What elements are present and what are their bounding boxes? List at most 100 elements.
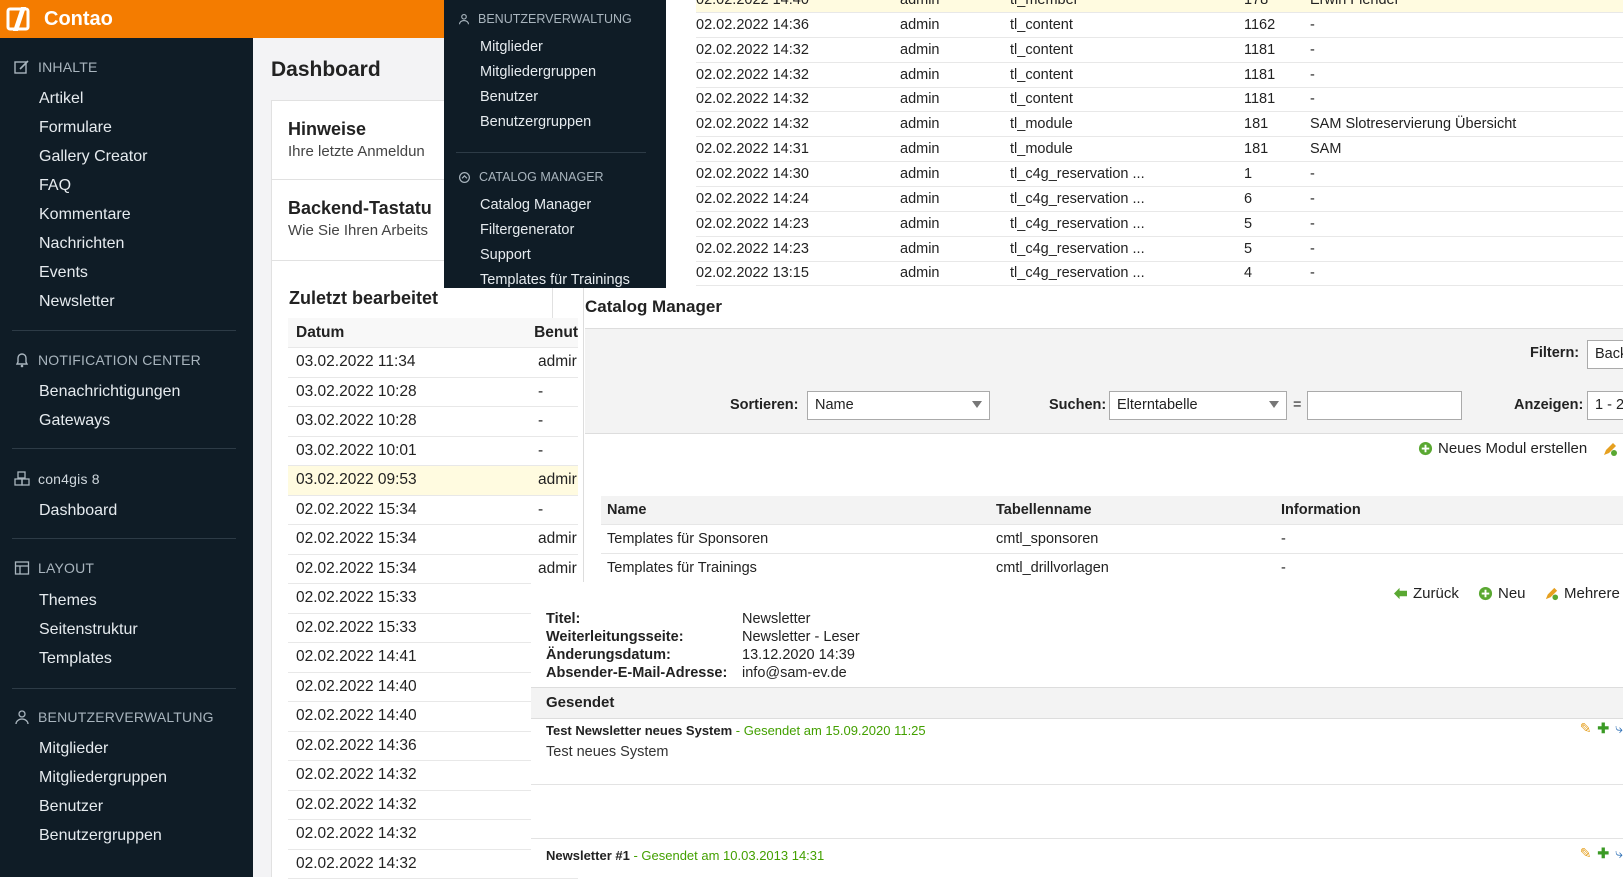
log-row[interactable]: 02.02.2022 14:23admintl_c4g_reservation …	[696, 212, 1623, 237]
table-row[interactable]: 02.02.2022 15:34-	[288, 496, 578, 526]
filter-select[interactable]: Back	[1587, 340, 1623, 369]
table-row[interactable]: 02.02.2022 15:34admir	[288, 555, 578, 585]
sidebar-group-layout[interactable]: LAYOUT	[14, 560, 94, 576]
menu-item-templates-trainings[interactable]: Templates für Trainings	[480, 272, 630, 288]
menu-item-support[interactable]: Support	[480, 247, 531, 263]
log-cell-info: -	[1310, 216, 1315, 232]
log-row[interactable]: 02.02.2022 14:31admintl_module181SAM	[696, 137, 1623, 162]
log-row[interactable]: 02.02.2022 14:32admintl_content1181-	[696, 63, 1623, 88]
cell-date: 03.02.2022 10:28	[296, 383, 538, 401]
edit-icon[interactable]: ✎	[1580, 720, 1592, 737]
cell-date: 03.02.2022 10:01	[296, 442, 538, 460]
sidebar-item-templates[interactable]: Templates	[39, 650, 112, 668]
cell-date: 03.02.2022 09:53	[296, 471, 538, 489]
cell-date: 02.02.2022 14:32	[296, 825, 538, 843]
newsletter-entry-title[interactable]: Test Newsletter neues System - Gesendet …	[546, 723, 926, 738]
sidebar-group-benutzerverwaltung[interactable]: BENUTZERVERWALTUNG	[14, 709, 214, 725]
sidebar-item-themes[interactable]: Themes	[39, 592, 97, 610]
edit-multiple-button[interactable]: Mehrere	[1544, 585, 1620, 602]
sidebar-item-gateways[interactable]: Gateways	[39, 412, 110, 430]
table-row[interactable]: 03.02.2022 10:28-	[288, 378, 578, 408]
menu-item-benutzergruppen[interactable]: Benutzergruppen	[480, 114, 591, 130]
sidebar-item-nachrichten[interactable]: Nachrichten	[39, 235, 124, 253]
log-row[interactable]: 02.02.2022 14:24 admin tl_c4g_reservation …	[696, 187, 1623, 212]
log-row[interactable]: 02.02.2022 14:32admintl_content1181-	[696, 38, 1623, 63]
sidebar-item-seitenstruktur[interactable]: Seitenstruktur	[39, 621, 138, 639]
sidebar-item-newsletter[interactable]: Newsletter	[39, 293, 115, 311]
plus-circle-icon	[1478, 586, 1493, 601]
sidebar-item-benachrichtigungen[interactable]: Benachrichtigungen	[39, 383, 180, 401]
move-icon[interactable]: ⤷	[1615, 720, 1623, 737]
search-input[interactable]	[1307, 391, 1462, 420]
sidebar-item-benutzer[interactable]: Benutzer	[39, 798, 103, 816]
sidebar-group-inhalte[interactable]: INHALTE	[14, 59, 98, 75]
log-cell-date: 02.02.2022 14:24	[696, 191, 809, 207]
plus-icon[interactable]: ✚	[1597, 720, 1609, 737]
sidebar-item-benutzergruppen[interactable]: Benutzergruppen	[39, 827, 162, 845]
log-row[interactable]: 02.02.2022 13:15admintl_c4g_reservation …	[696, 261, 1623, 286]
menu-group-catalog-manager[interactable]: CATALOG MANAGER	[458, 170, 604, 184]
back-button[interactable]: Zurück	[1393, 585, 1459, 602]
log-cell-table: tl_c4g_reservation ...	[1010, 191, 1145, 207]
move-icon[interactable]: ⤷	[1615, 845, 1623, 862]
table-row[interactable]: 03.02.2022 11:34admir	[288, 348, 578, 378]
column-information[interactable]: Information	[1281, 502, 1361, 518]
sidebar-group-notification-center[interactable]: NOTIFICATION CENTER	[14, 352, 201, 368]
sidebar-item-faq[interactable]: FAQ	[39, 177, 71, 195]
log-cell-date: 02.02.2022 14:23	[696, 241, 809, 257]
log-row[interactable]: 02.02.2022 14:30admintl_c4g_reservation …	[696, 162, 1623, 187]
search-field-select[interactable]: Elterntabelle	[1109, 391, 1287, 420]
sidebar-item-gallery-creator[interactable]: Gallery Creator	[39, 148, 147, 166]
search-label: Suchen:	[1049, 397, 1106, 413]
log-cell-user: admin	[900, 191, 940, 207]
edit-multiple-icon[interactable]	[1602, 441, 1618, 457]
menu-group-label: CATALOG MANAGER	[479, 170, 604, 184]
log-cell-table: tl_module	[1010, 116, 1073, 132]
cell-date: 02.02.2022 14:36	[296, 737, 538, 755]
sidebar-item-artikel[interactable]: Artikel	[39, 90, 83, 108]
table-row[interactable]: 03.02.2022 10:28-	[288, 407, 578, 437]
column-user[interactable]: Benut	[534, 324, 578, 342]
sidebar-group-con4gis[interactable]: con4gis 8	[14, 471, 100, 487]
table-row-highlighted[interactable]: 03.02.2022 09:53admir	[288, 466, 578, 496]
menu-item-mitgliedergruppen[interactable]: Mitgliedergruppen	[480, 64, 596, 80]
menu-group-benutzerverwaltung[interactable]: BENUTZERVERWALTUNG	[458, 12, 632, 26]
menu-item-catalog-manager[interactable]: Catalog Manager	[480, 197, 591, 213]
column-tablename[interactable]: Tabellenname	[996, 502, 1092, 518]
new-button[interactable]: Neu	[1478, 585, 1526, 602]
contao-logo-icon[interactable]	[6, 6, 34, 32]
table-row[interactable]: Templates für Trainings cmtl_drillvorlag…	[601, 554, 1623, 583]
overlay-menu: BENUTZERVERWALTUNG Mitglieder Mitglieder…	[444, 0, 666, 288]
sidebar-item-dashboard[interactable]: Dashboard	[39, 502, 117, 520]
plus-icon[interactable]: ✚	[1597, 845, 1609, 862]
sidebar-item-mitglieder[interactable]: Mitglieder	[39, 740, 108, 758]
log-row[interactable]: 02.02.2022 14:32admintl_content1181-	[696, 87, 1623, 112]
menu-item-benutzer[interactable]: Benutzer	[480, 89, 538, 105]
sidebar-item-mitgliedergruppen[interactable]: Mitgliedergruppen	[39, 769, 167, 787]
table-row[interactable]: Templates für Sponsoren cmtl_sponsoren -	[601, 525, 1623, 554]
new-module-button[interactable]: Neues Modul erstellen	[1418, 440, 1587, 457]
sidebar-item-kommentare[interactable]: Kommentare	[39, 206, 131, 224]
sort-select[interactable]: Name	[807, 391, 990, 420]
log-cell-info: Erwin Fiender	[1310, 0, 1399, 8]
recent-title: Zuletzt bearbeitet	[289, 288, 438, 309]
cell-user: admir	[538, 353, 577, 371]
table-row[interactable]: 03.02.2022 10:01-	[288, 437, 578, 467]
sidebar-item-events[interactable]: Events	[39, 264, 88, 282]
menu-item-filtergenerator[interactable]: Filtergenerator	[480, 222, 574, 238]
edit-icon[interactable]: ✎	[1580, 845, 1592, 862]
table-row[interactable]: 02.02.2022 15:34admir	[288, 525, 578, 555]
log-row[interactable]: 02.02.2022 14:36admintl_content1162-	[696, 13, 1623, 38]
newsletter-entry-title[interactable]: Newsletter #1 - Gesendet am 10.03.2013 1…	[546, 848, 824, 863]
column-date[interactable]: Datum	[296, 324, 534, 342]
edit-multiple-icon	[1544, 586, 1559, 601]
show-select[interactable]: 1 - 2	[1587, 391, 1623, 420]
column-name[interactable]: Name	[607, 502, 647, 518]
log-row[interactable]: 02.02.2022 14:23admintl_c4g_reservation …	[696, 237, 1623, 262]
log-row[interactable]: 02.02.2022 14:40admintl_member178Erwin F…	[696, 0, 1623, 13]
log-row[interactable]: 02.02.2022 14:32admintl_module181SAM Slo…	[696, 112, 1623, 137]
sidebar-item-formulare[interactable]: Formulare	[39, 119, 112, 137]
sidebar-group-label: INHALTE	[38, 59, 98, 75]
menu-item-mitglieder[interactable]: Mitglieder	[480, 39, 543, 55]
brand-name[interactable]: Contao	[44, 8, 113, 31]
